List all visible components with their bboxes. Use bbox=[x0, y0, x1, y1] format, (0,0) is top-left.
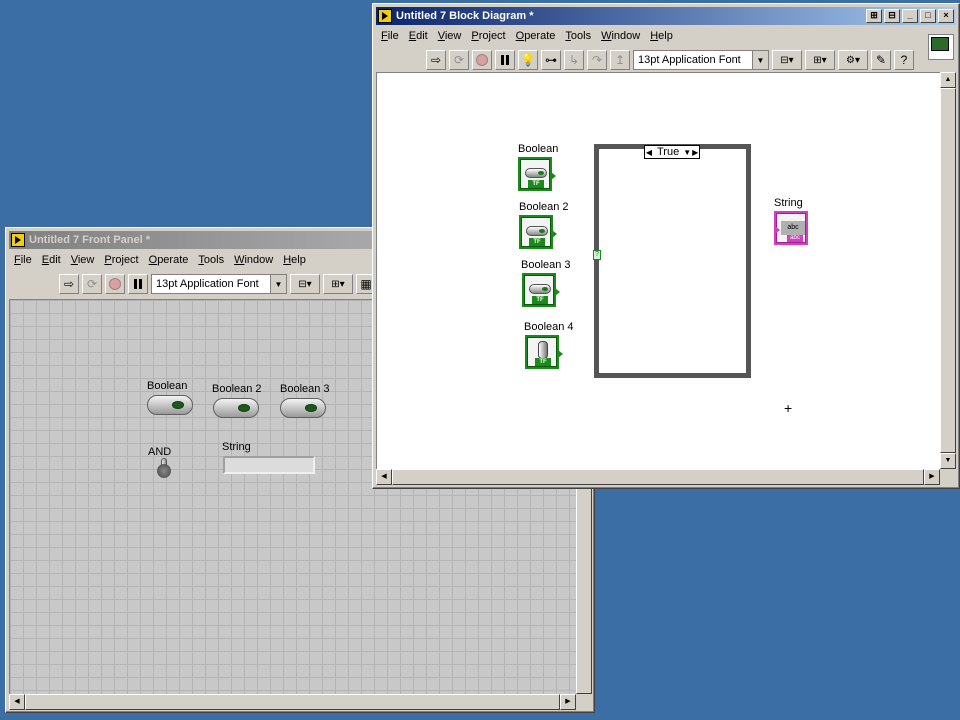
boolean-2-terminal-label: Boolean 2 bbox=[519, 201, 569, 213]
step-over-icon[interactable]: ↷ bbox=[587, 50, 607, 70]
step-out-icon[interactable]: ↥ bbox=[610, 50, 630, 70]
distribute-objects-icon[interactable]: ⊞▾ bbox=[805, 50, 835, 70]
menu-project[interactable]: Project bbox=[466, 27, 510, 45]
menu-window[interactable]: Window bbox=[229, 251, 278, 269]
align-objects-icon[interactable]: ⊟▾ bbox=[290, 274, 320, 294]
boolean-3-label: Boolean 3 bbox=[280, 383, 330, 395]
menu-window[interactable]: Window bbox=[596, 27, 645, 45]
align-objects-icon[interactable]: ⊟▾ bbox=[772, 50, 802, 70]
scroll-left-icon[interactable]: ◀ bbox=[376, 469, 392, 485]
boolean-3-terminal[interactable]: TF bbox=[522, 273, 560, 307]
run-arrow-icon[interactable]: ⇨ bbox=[59, 274, 79, 294]
menu-help[interactable]: Help bbox=[645, 27, 678, 45]
menu-edit[interactable]: Edit bbox=[37, 251, 66, 269]
block-diagram-menubar: File Edit View Project Operate Tools Win… bbox=[376, 27, 678, 45]
crosshair-cursor-icon: + bbox=[784, 400, 793, 416]
string-terminal[interactable]: abc abc bbox=[774, 211, 808, 245]
scroll-right-icon[interactable]: ▶ bbox=[924, 469, 940, 485]
restore-icon[interactable]: ⊞ bbox=[866, 9, 882, 23]
context-help-icon[interactable]: ? bbox=[894, 50, 914, 70]
run-continuously-icon[interactable]: ⟳ bbox=[449, 50, 469, 70]
labview-app-icon bbox=[11, 233, 25, 247]
abort-icon[interactable] bbox=[472, 50, 492, 70]
case-selector-terminal[interactable]: ? bbox=[593, 250, 601, 260]
boolean-4-terminal-label: Boolean 4 bbox=[524, 321, 574, 333]
menu-operate[interactable]: Operate bbox=[144, 251, 194, 269]
scroll-left-icon[interactable]: ◀ bbox=[9, 694, 25, 710]
scroll-up-icon[interactable]: ▲ bbox=[940, 72, 956, 88]
boolean-label: Boolean bbox=[147, 380, 188, 392]
menu-view[interactable]: View bbox=[66, 251, 100, 269]
chevron-down-icon: ▼ bbox=[752, 51, 768, 69]
menu-help[interactable]: Help bbox=[278, 251, 311, 269]
menu-tools[interactable]: Tools bbox=[560, 27, 596, 45]
boolean-terminal-label: Boolean bbox=[518, 143, 559, 155]
boolean-2-label: Boolean 2 bbox=[212, 383, 262, 395]
block-diagram-vertical-scrollbar[interactable]: ▲ ▼ bbox=[940, 72, 956, 469]
boolean-3-terminal-label: Boolean 3 bbox=[521, 259, 571, 271]
case-structure[interactable]: ◀ True ▼ ▶ ? bbox=[593, 144, 751, 378]
string-indicator[interactable] bbox=[223, 456, 315, 474]
string-terminal-label: String bbox=[774, 197, 803, 209]
labview-app-icon bbox=[378, 9, 392, 23]
retain-wire-values-icon[interactable]: ⊶ bbox=[541, 50, 561, 70]
chevron-down-icon: ▼ bbox=[270, 275, 286, 293]
block-diagram-horizontal-scrollbar[interactable]: ◀ ▶ bbox=[376, 469, 940, 485]
decrement-case-icon[interactable]: ◀ bbox=[645, 148, 653, 157]
abort-icon[interactable] bbox=[105, 274, 125, 294]
highlight-execution-icon[interactable]: 💡 bbox=[518, 50, 538, 70]
distribute-objects-icon[interactable]: ⊞▾ bbox=[323, 274, 353, 294]
block-diagram-canvas[interactable]: Boolean TF Boolean 2 TF Boolean 3 TF Boo… bbox=[376, 72, 940, 469]
menu-project[interactable]: Project bbox=[99, 251, 143, 269]
menu-view[interactable]: View bbox=[433, 27, 467, 45]
pause-icon[interactable] bbox=[495, 50, 515, 70]
boolean-terminal[interactable]: TF bbox=[518, 157, 556, 191]
string-label: String bbox=[222, 441, 251, 453]
boolean-2-button[interactable] bbox=[213, 398, 259, 418]
block-diagram-window[interactable]: Untitled 7 Block Diagram * ⊞ ⊟ _ □ × Fil… bbox=[372, 3, 960, 489]
menu-edit[interactable]: Edit bbox=[404, 27, 433, 45]
boolean-3-button[interactable] bbox=[280, 398, 326, 418]
block-diagram-titlebar[interactable]: Untitled 7 Block Diagram * ⊞ ⊟ _ □ × bbox=[376, 7, 956, 25]
boolean-2-terminal[interactable]: TF bbox=[519, 215, 557, 249]
menu-operate[interactable]: Operate bbox=[511, 27, 561, 45]
boolean-4-terminal[interactable]: TF bbox=[525, 335, 563, 369]
case-selector-label[interactable]: ◀ True ▼ ▶ bbox=[644, 145, 701, 159]
front-panel-menubar: File Edit View Project Operate Tools Win… bbox=[9, 251, 311, 269]
boolean-button[interactable] bbox=[147, 395, 193, 415]
run-continuously-icon[interactable]: ⟳ bbox=[82, 274, 102, 294]
scroll-right-icon[interactable]: ▶ bbox=[560, 694, 576, 710]
menu-tools[interactable]: Tools bbox=[193, 251, 229, 269]
case-dropdown-icon[interactable]: ▼ bbox=[683, 148, 691, 157]
increment-case-icon[interactable]: ▶ bbox=[691, 148, 699, 157]
window-title: Untitled 7 Front Panel * bbox=[29, 234, 151, 246]
close-icon[interactable]: × bbox=[938, 9, 954, 23]
and-toggle-switch[interactable] bbox=[157, 458, 171, 484]
menu-file[interactable]: File bbox=[376, 27, 404, 45]
case-structure-diagram[interactable] bbox=[599, 149, 746, 373]
reorder-icon[interactable]: ⚙▾ bbox=[838, 50, 868, 70]
pause-icon[interactable] bbox=[128, 274, 148, 294]
scroll-down-icon[interactable]: ▼ bbox=[940, 453, 956, 469]
and-label: AND bbox=[148, 446, 172, 458]
tile-icon[interactable]: ⊟ bbox=[884, 9, 900, 23]
window-title: Untitled 7 Block Diagram * bbox=[396, 10, 534, 22]
clean-up-diagram-icon[interactable]: ✎ bbox=[871, 50, 891, 70]
front-panel-horizontal-scrollbar[interactable]: ◀ ▶ bbox=[9, 694, 576, 710]
menu-file[interactable]: File bbox=[9, 251, 37, 269]
maximize-icon[interactable]: □ bbox=[920, 9, 936, 23]
font-selector[interactable]: 13pt Application Font ▼ bbox=[151, 274, 287, 294]
font-selector[interactable]: 13pt Application Font ▼ bbox=[633, 50, 769, 70]
run-arrow-icon[interactable]: ⇨ bbox=[426, 50, 446, 70]
vi-icon[interactable] bbox=[928, 34, 954, 60]
minimize-icon[interactable]: _ bbox=[902, 9, 918, 23]
block-diagram-toolbar: ⇨ ⟳ 💡 ⊶ ↳ ↷ ↥ 13pt Application Font ▼ ⊟▾… bbox=[376, 47, 956, 73]
step-into-icon[interactable]: ↳ bbox=[564, 50, 584, 70]
